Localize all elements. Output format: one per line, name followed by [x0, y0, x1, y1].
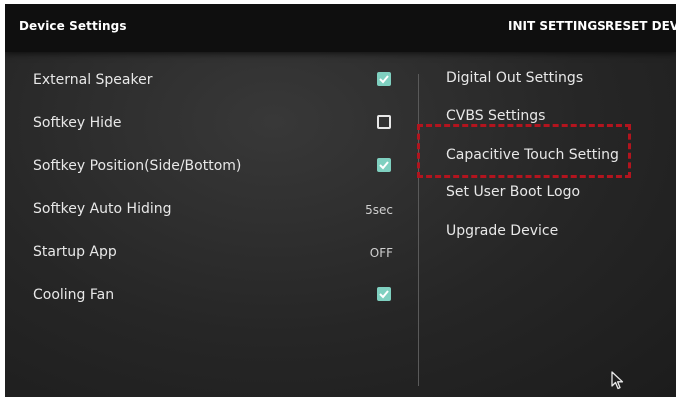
softkey-auto-hiding-value[interactable]: 5sec: [365, 203, 393, 217]
cooling-fan-checkbox[interactable]: [377, 287, 391, 301]
softkey-position-checkbox[interactable]: [377, 158, 391, 172]
top-bar: Device Settings INIT SETTINGS RESET DEVI…: [5, 4, 676, 52]
menu-item-set-user-boot-logo[interactable]: Set User Boot Logo: [446, 184, 580, 200]
setting-label: External Speaker: [33, 72, 153, 88]
device-settings-screen: Device Settings INIT SETTINGS RESET DEVI…: [5, 4, 676, 397]
setting-row-cooling-fan[interactable]: Cooling Fan: [33, 283, 393, 311]
setting-row-softkey-hide[interactable]: Softkey Hide: [33, 111, 393, 139]
check-icon: [379, 75, 389, 84]
column-divider: [418, 74, 419, 386]
startup-app-value[interactable]: OFF: [370, 246, 393, 260]
check-icon: [379, 290, 389, 299]
setting-row-softkey-position[interactable]: Softkey Position(Side/Bottom): [33, 154, 393, 182]
softkey-hide-checkbox[interactable]: [377, 115, 391, 129]
setting-label: Startup App: [33, 244, 117, 260]
external-speaker-checkbox[interactable]: [377, 72, 391, 86]
reset-device-button[interactable]: RESET DEVICE: [605, 19, 676, 33]
check-icon: [379, 161, 389, 170]
menu-item-digital-out-settings[interactable]: Digital Out Settings: [446, 70, 583, 86]
setting-label: Softkey Position(Side/Bottom): [33, 158, 242, 174]
menu-item-upgrade-device[interactable]: Upgrade Device: [446, 223, 558, 239]
setting-row-external-speaker[interactable]: External Speaker: [33, 68, 393, 96]
mouse-pointer-icon: [611, 371, 624, 390]
menu-item-cvbs-settings[interactable]: CVBS Settings: [446, 108, 545, 124]
page-title: Device Settings: [19, 19, 127, 33]
setting-row-startup-app[interactable]: Startup App OFF: [33, 240, 393, 268]
init-settings-button[interactable]: INIT SETTINGS: [508, 19, 606, 33]
setting-label: Softkey Auto Hiding: [33, 201, 172, 217]
setting-row-softkey-auto-hiding[interactable]: Softkey Auto Hiding 5sec: [33, 197, 393, 225]
highlight-box: [417, 124, 631, 178]
setting-label: Softkey Hide: [33, 115, 122, 131]
setting-label: Cooling Fan: [33, 287, 115, 303]
